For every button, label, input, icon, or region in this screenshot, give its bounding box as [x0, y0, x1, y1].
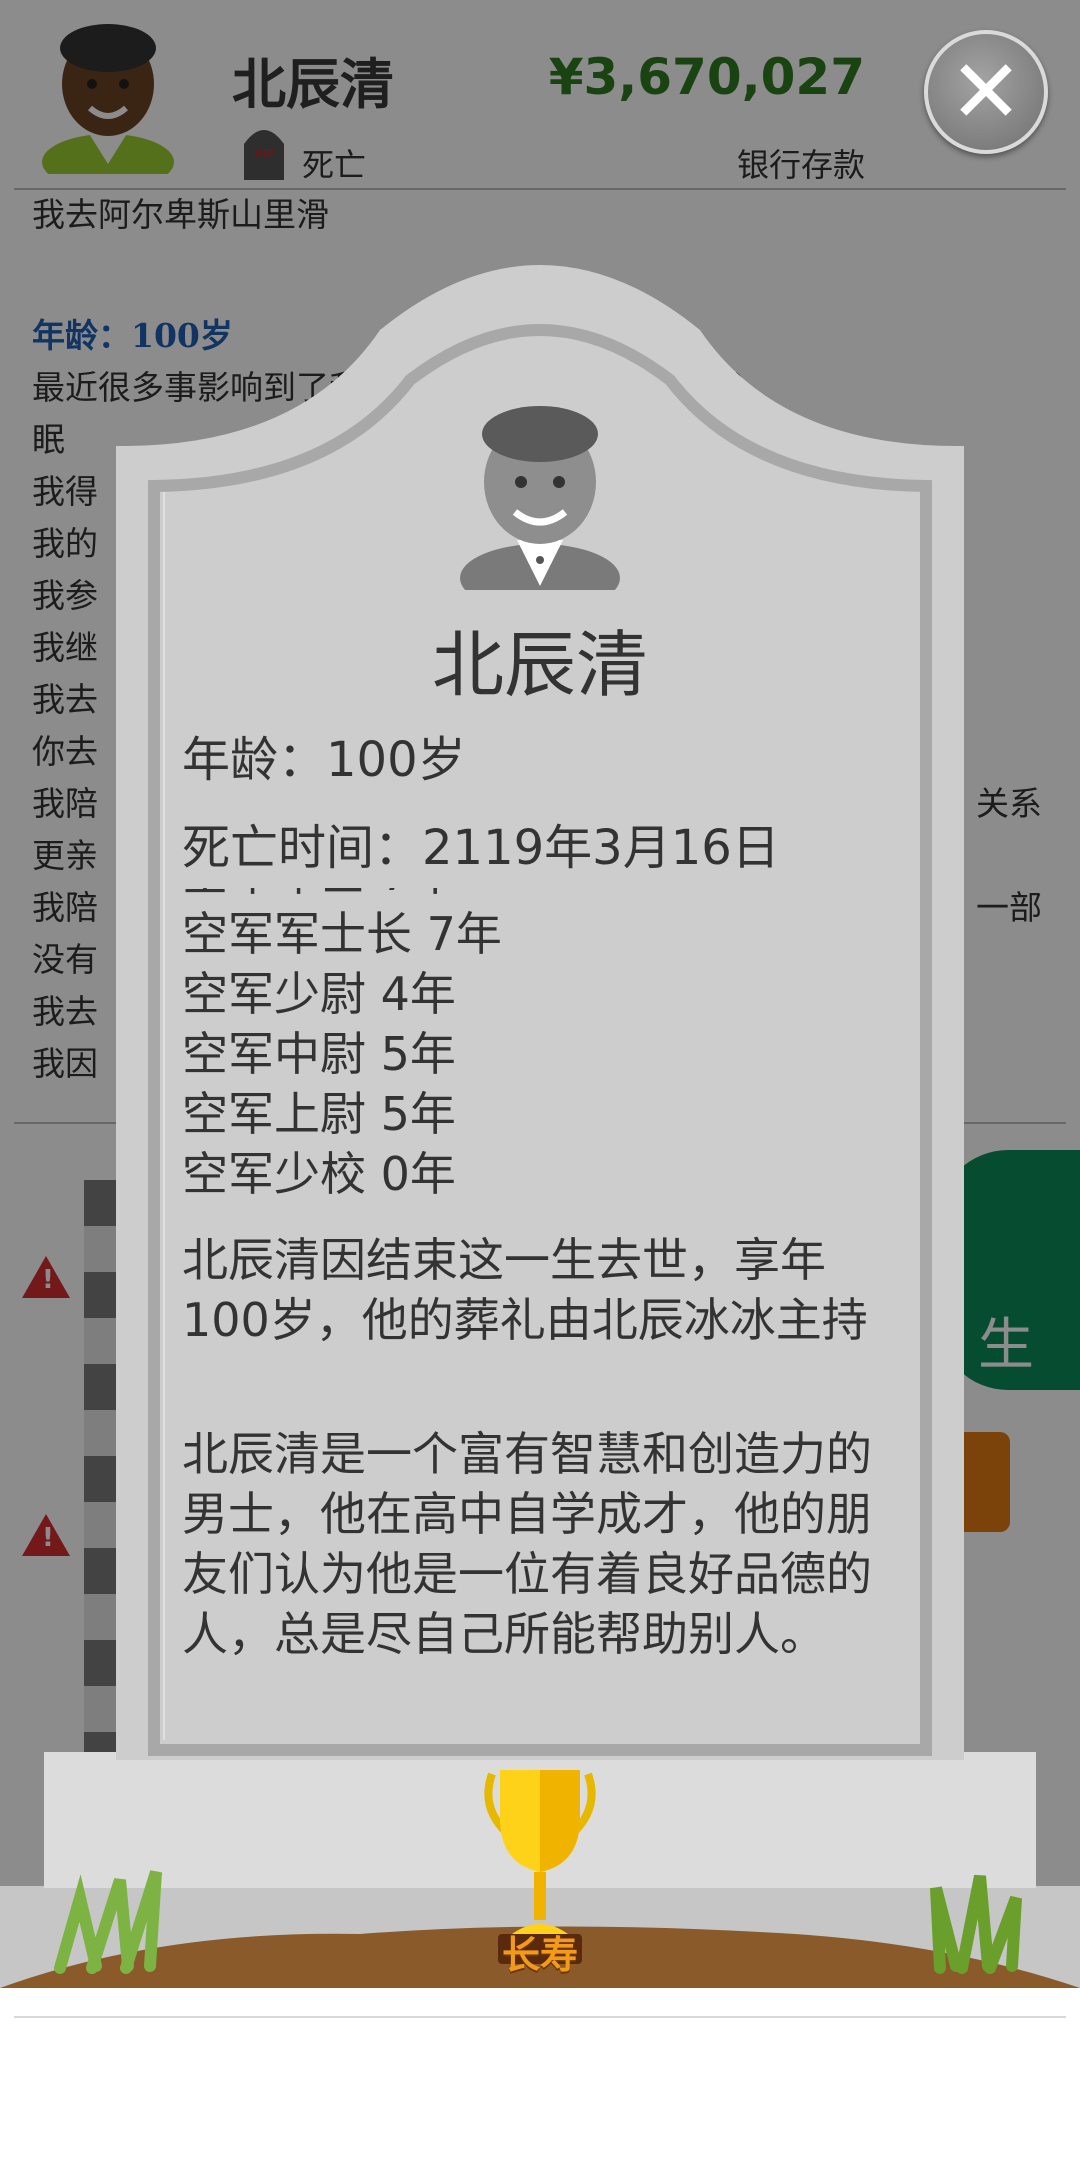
death-date: 死亡时间：2119年3月16日 [182, 820, 780, 876]
career-item: 空军军士 7年 [182, 888, 502, 904]
career-list[interactable]: 空军军士 7年 空军军士长 7年 空军少尉 4年 空军中尉 5年 空军上尉 5年… [182, 888, 902, 1220]
career-item: 空军少尉 4年 [182, 967, 456, 1021]
career-item: 空军中尉 5年 [182, 1027, 456, 1081]
deceased-bio: 北辰清是一个富有智慧和创造力的男士，他在高中自学成才，他的朋友们认为他是一位有着… [182, 1427, 872, 1661]
achievement-label: 长寿 [501, 1933, 578, 1977]
deceased-age: 年龄：100岁 [182, 732, 466, 788]
deceased-name: 北辰清 [431, 623, 648, 707]
deceased-portrait [455, 390, 625, 612]
career-item: 空军上尉 5年 [182, 1087, 456, 1141]
tombstone-modal: 北辰清 年龄：100岁 死亡时间：2119年3月16日 空军军士 7年 空军军士… [0, 0, 1080, 2000]
close-icon: ✕ [949, 40, 1023, 143]
death-summary: 北辰清因结束这一生去世，享年100岁，他的葬礼由北辰冰冰主持 [182, 1233, 868, 1347]
close-button[interactable]: ✕ [924, 30, 1048, 154]
career-item: 空军少校 0年 [182, 1147, 456, 1201]
bottom-divider [14, 2016, 1066, 2018]
career-item: 空军军士长 7年 [182, 907, 502, 961]
